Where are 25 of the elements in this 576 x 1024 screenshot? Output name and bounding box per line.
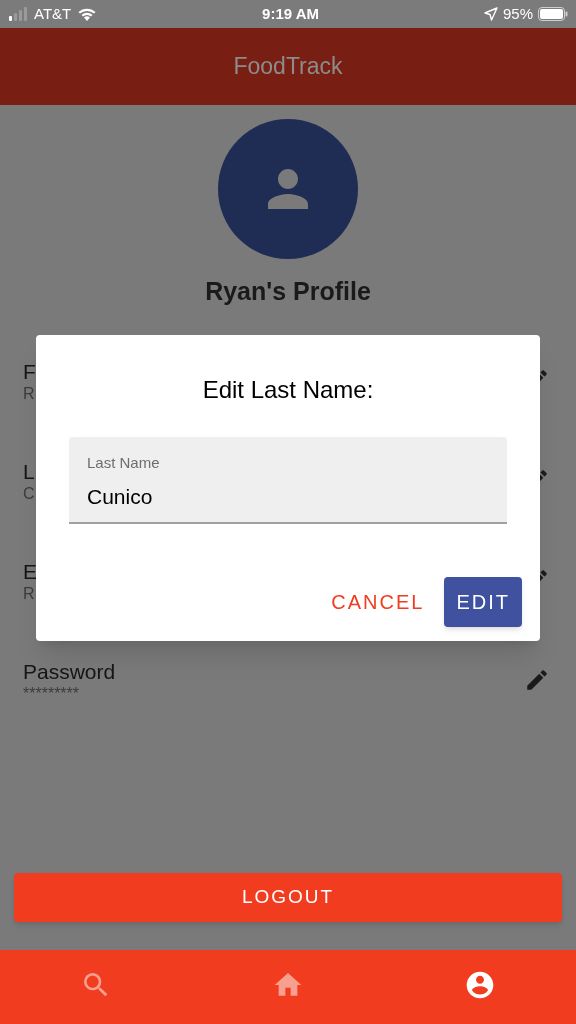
field-value: ********* — [23, 684, 81, 703]
last-name-input[interactable]: Cunico — [87, 480, 489, 512]
dialog-title: Edit Last Name: — [202, 375, 374, 405]
field-label: F — [23, 358, 36, 385]
field-value: C — [23, 484, 35, 503]
battery-percent: 95% — [502, 3, 533, 24]
field-value: R — [23, 384, 36, 403]
field-label: E — [23, 558, 37, 585]
battery-icon — [538, 7, 568, 21]
clock-time: 9:19 AM — [262, 3, 320, 24]
app-title: FoodTrack — [233, 52, 343, 82]
logout-button[interactable]: LOGOUT — [14, 873, 562, 922]
account-icon[interactable] — [464, 969, 496, 1001]
profile-title: Ryan's Profile — [205, 276, 371, 307]
last-name-field[interactable]: Last Name Cunico — [69, 437, 507, 524]
wifi-icon — [77, 7, 98, 21]
location-arrow-icon — [483, 7, 498, 21]
field-label: Password — [23, 658, 116, 685]
edit-button[interactable]: EDIT — [444, 577, 522, 627]
signal-icon — [8, 7, 28, 21]
field-value: R — [23, 584, 36, 603]
cancel-button[interactable]: CANCEL — [331, 577, 425, 627]
field-floating-label: Last Name — [87, 453, 161, 473]
field-label: L — [23, 458, 35, 485]
carrier-name: AT&T — [34, 3, 72, 24]
